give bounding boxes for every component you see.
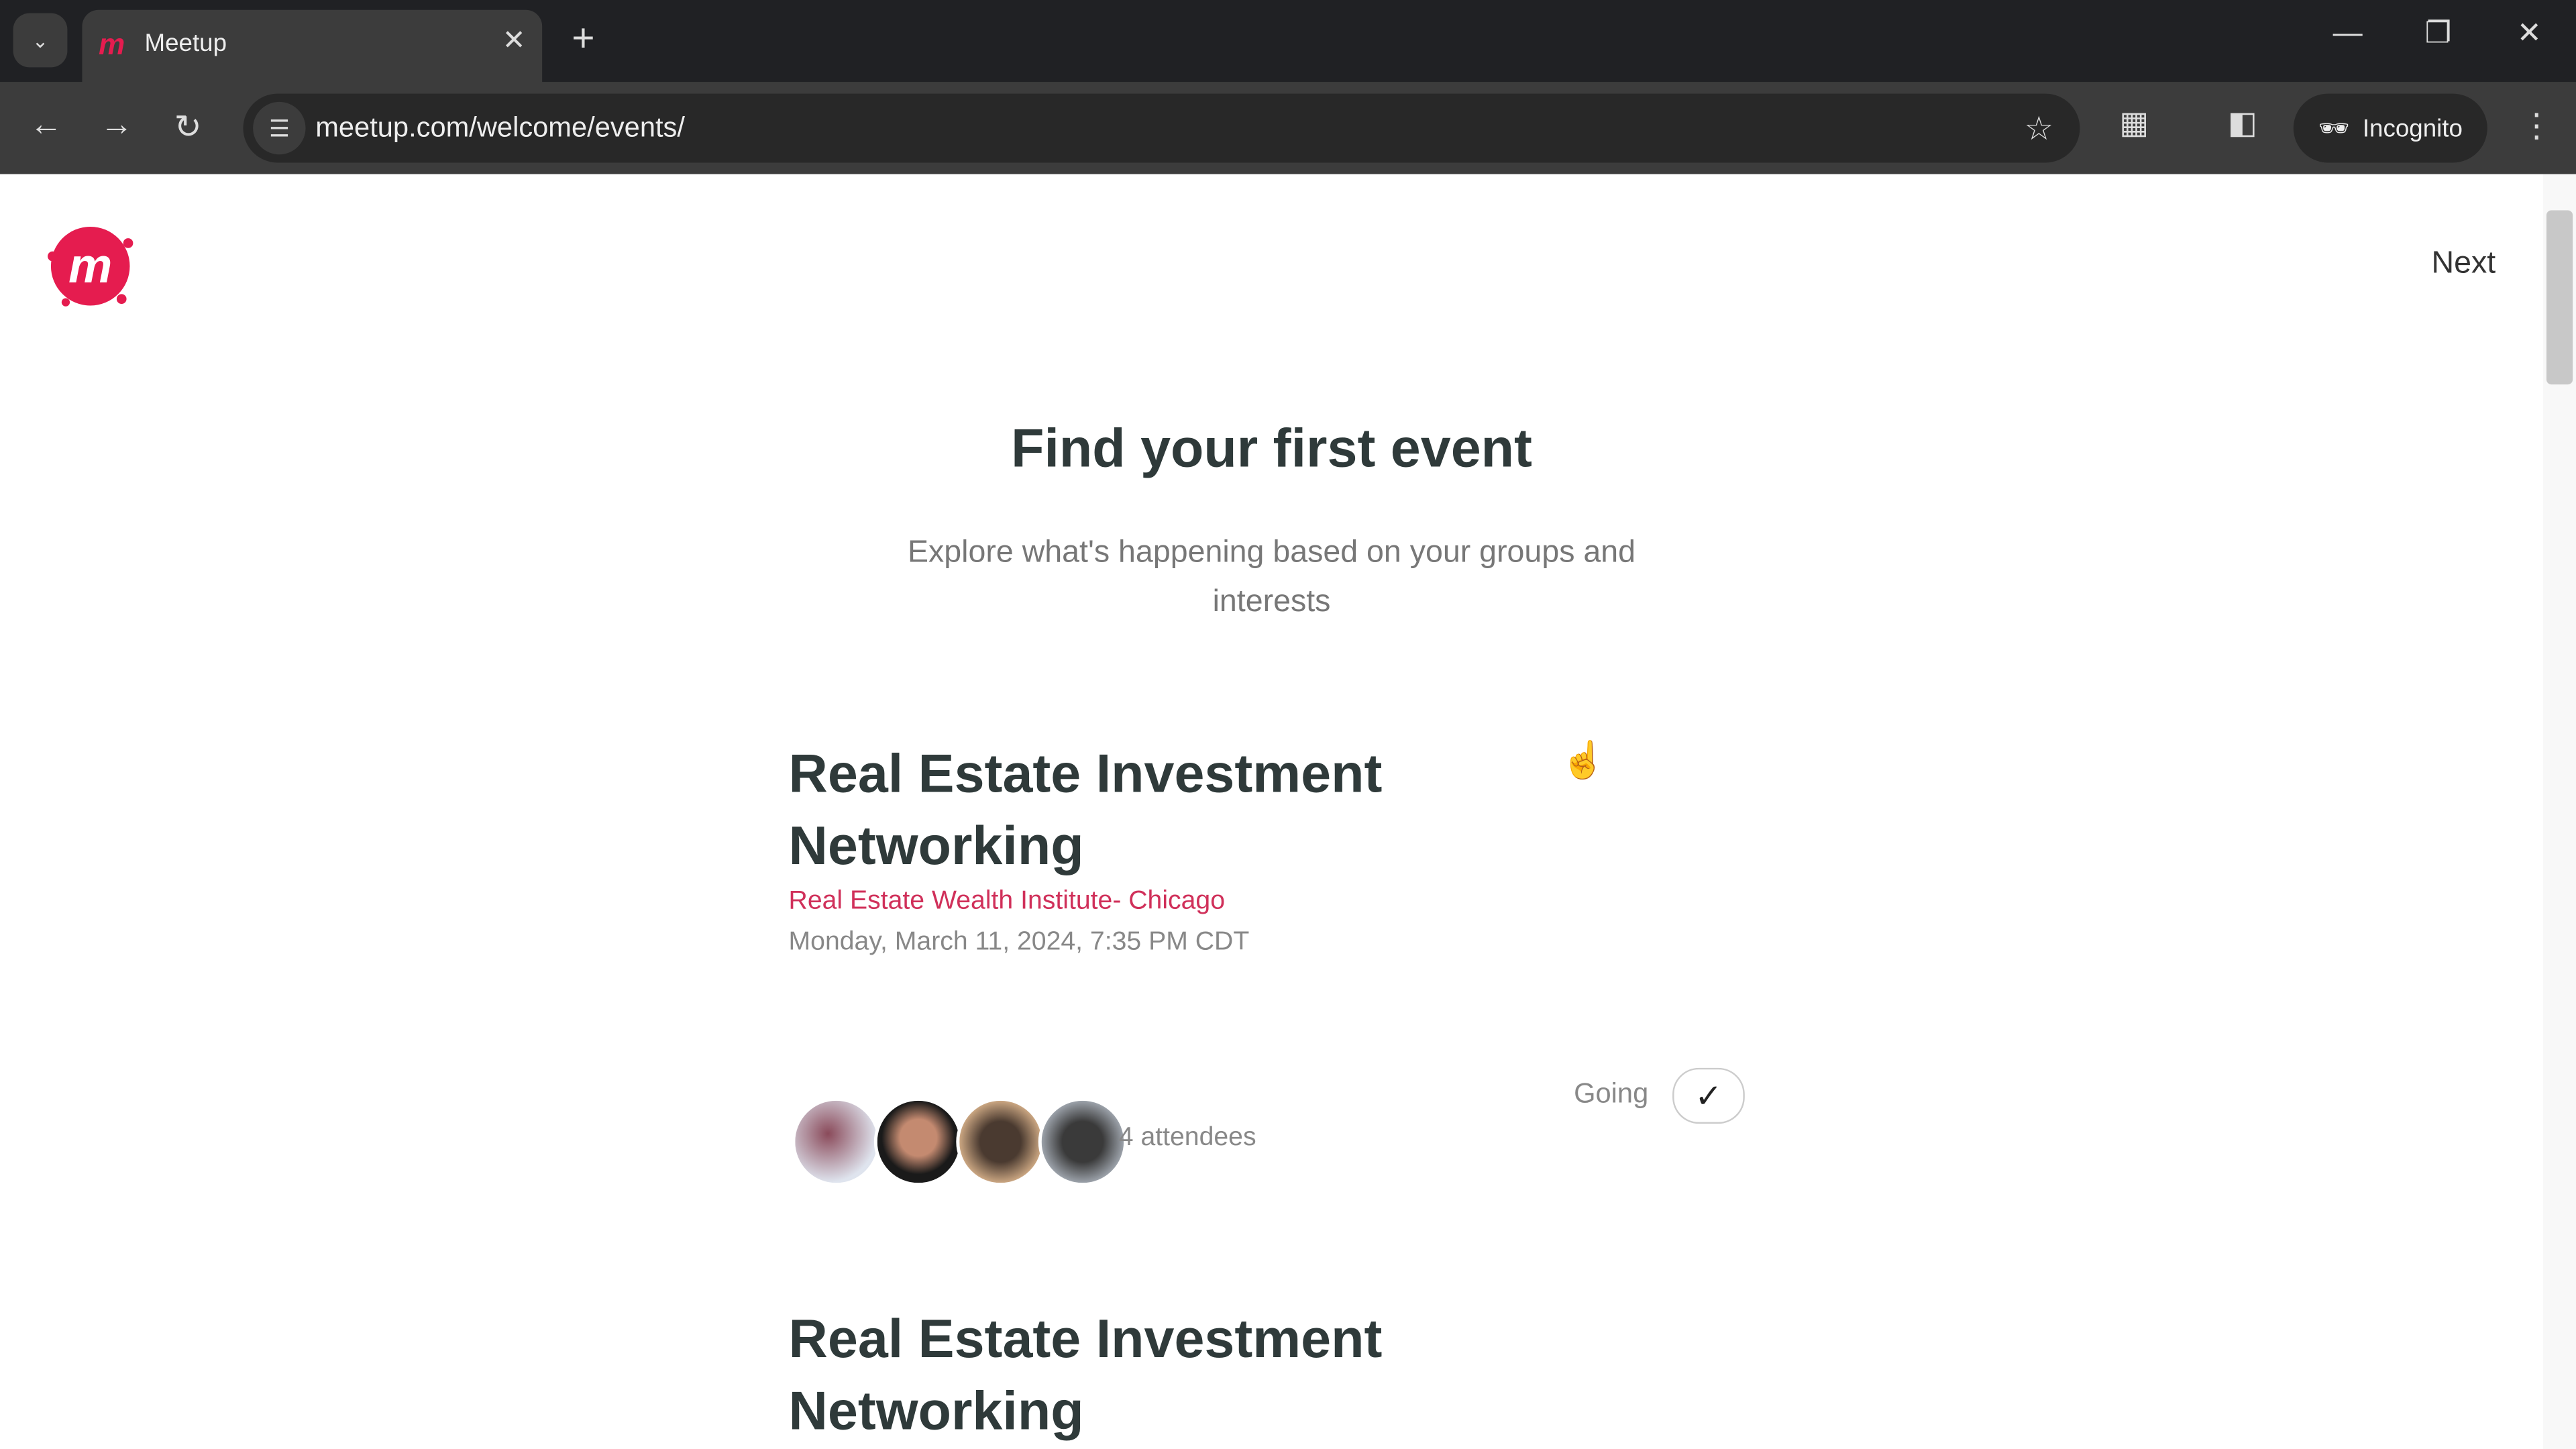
- star-icon[interactable]: ☆: [2024, 109, 2053, 150]
- tab-meetup[interactable]: m Meetup ✕: [82, 9, 543, 83]
- event-title[interactable]: Real Estate Investment Networking: [789, 738, 1512, 883]
- address-bar[interactable]: ☰ meetup.com/welcome/events/ ☆: [243, 93, 2080, 163]
- url-text[interactable]: meetup.com/welcome/events/: [315, 112, 685, 145]
- avatar: [1038, 1097, 1128, 1187]
- page-subtitle: Explore what's happening based on your g…: [907, 535, 1636, 620]
- page-title: Find your first event: [1011, 417, 1532, 478]
- minimize-icon[interactable]: —: [2333, 16, 2363, 50]
- page-content: m Next Find your first event Explore wha…: [0, 174, 2544, 1449]
- scrollbar-thumb[interactable]: [2546, 210, 2573, 385]
- incognito-label: Incognito: [2362, 114, 2463, 142]
- extensions-icon[interactable]: ▦: [2119, 105, 2149, 143]
- avatar: [792, 1097, 881, 1187]
- attendee-count: 4 attendees: [1118, 1124, 1256, 1152]
- meetup-logo[interactable]: m: [43, 220, 138, 312]
- event-group[interactable]: Real Estate Wealth Institute- Chicago: [789, 887, 1226, 916]
- reload-icon[interactable]: ↻: [174, 107, 202, 148]
- forward-icon[interactable]: →: [100, 107, 133, 144]
- back-icon[interactable]: ←: [30, 107, 62, 144]
- avatar: [873, 1097, 963, 1187]
- restore-icon[interactable]: ❐: [2425, 16, 2452, 50]
- svg-text:m: m: [68, 237, 112, 293]
- going-check-button[interactable]: ✓: [1672, 1067, 1745, 1124]
- next-button[interactable]: Next: [2432, 246, 2496, 282]
- meetup-favicon: m: [98, 28, 125, 61]
- kebab-menu-icon[interactable]: ⋮: [2520, 105, 2553, 146]
- hand-cursor-icon: ☝: [1560, 739, 1606, 781]
- side-panel-icon[interactable]: ◧: [2228, 105, 2257, 143]
- tab-title: Meetup: [144, 30, 227, 58]
- close-icon[interactable]: ✕: [502, 25, 526, 58]
- attendee-avatars: [792, 1097, 1128, 1187]
- scrollbar[interactable]: [2543, 174, 2576, 1449]
- event-title[interactable]: Real Estate Investment Networking: [789, 1303, 1512, 1448]
- checkmark-icon: ✓: [1695, 1078, 1723, 1115]
- tab-strip: ⌄ m Meetup ✕ + — ❐ ✕: [0, 0, 2576, 83]
- going-label: Going: [1574, 1077, 1649, 1110]
- browser-toolbar: ← → ↻ ☰ meetup.com/welcome/events/ ☆ ▦ ◧…: [0, 82, 2576, 174]
- close-window-icon[interactable]: ✕: [2517, 16, 2542, 50]
- plus-icon[interactable]: +: [572, 16, 594, 62]
- chevron-down-icon[interactable]: ⌄: [13, 13, 68, 68]
- event-date: Monday, March 11, 2024, 7:35 PM CDT: [788, 928, 1250, 957]
- avatar: [956, 1097, 1045, 1187]
- site-settings-icon[interactable]: ☰: [253, 101, 306, 155]
- incognito-button[interactable]: 🕶 Incognito: [2293, 93, 2487, 163]
- incognito-icon: 🕶: [2318, 115, 2350, 144]
